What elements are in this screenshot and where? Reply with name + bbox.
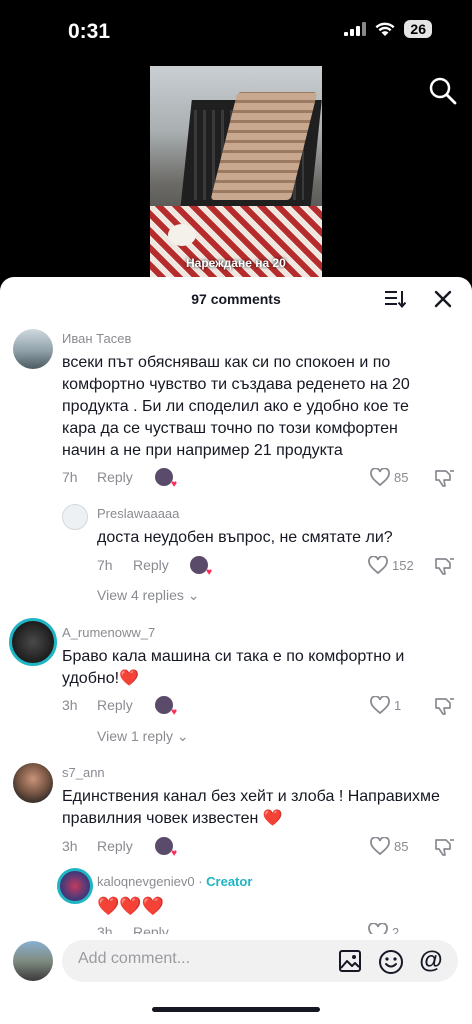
view-replies-button[interactable]: View 1 reply ⌄ (97, 728, 189, 745)
like-count: 85 (394, 469, 409, 485)
heart-icon: ♥ (171, 707, 177, 718)
sort-button[interactable] (384, 289, 407, 309)
heart-outline-icon (370, 468, 390, 486)
mention-button[interactable]: @ (418, 948, 444, 974)
video-thumbnail[interactable]: Нареждане на 20 (150, 66, 322, 280)
video-caption: Нареждане на 20 (186, 256, 286, 270)
search-button[interactable] (428, 76, 458, 106)
avatar[interactable] (9, 618, 57, 666)
at-icon: @ (419, 947, 443, 974)
comment-username[interactable]: s7_ann (62, 765, 105, 780)
avatar[interactable] (13, 329, 53, 369)
view-replies-button[interactable]: View 4 replies ⌄ (97, 587, 200, 604)
image-button[interactable] (338, 949, 362, 973)
avatar[interactable] (57, 868, 93, 904)
comment-text: Браво кала машина си така е по комфортно… (62, 648, 405, 687)
like-count: 85 (394, 838, 409, 854)
comment-text: всеки път обясняваш как си по спокоен и … (62, 354, 410, 459)
reply-button[interactable]: Reply (97, 469, 133, 485)
comment-input-bar: @ (0, 934, 472, 1004)
thumbs-down-icon (435, 558, 454, 575)
emoji-icon (379, 950, 403, 974)
home-indicator (152, 1007, 320, 1012)
status-time: 0:31 (68, 20, 111, 43)
thumbs-down-icon (435, 470, 454, 487)
comment-username[interactable]: Иван Тасев (62, 331, 131, 346)
battery-indicator: 26 (404, 20, 432, 38)
comment-text: ❤️❤️❤️ (97, 896, 165, 916)
creator-badge: Creator (206, 874, 253, 889)
chevron-down-icon: ⌄ (187, 587, 200, 603)
like-count: 152 (392, 557, 414, 573)
heart-icon: ♥ (171, 479, 177, 490)
comments-header: 97 comments (0, 277, 472, 321)
comment-username[interactable]: kaloqnevgeniev0 · Creator (97, 874, 252, 889)
like-button[interactable]: 85 (370, 837, 408, 855)
username-text: kaloqnevgeniev0 (97, 874, 195, 889)
comment-text: доста неудобен въпрос, не смятате ли? (97, 529, 393, 546)
thumbs-down-icon (435, 839, 454, 856)
view-replies-label: View 4 replies (97, 587, 184, 603)
creator-liked-badge: ♥ (153, 835, 177, 859)
comment-time: 7h (97, 557, 113, 573)
reply-button[interactable]: Reply (97, 697, 133, 713)
close-icon (434, 290, 452, 308)
creator-liked-badge: ♥ (153, 694, 177, 718)
thumbs-down-icon (435, 698, 454, 715)
cup-image (168, 224, 196, 246)
heart-outline-icon (370, 696, 390, 714)
image-icon (339, 950, 361, 972)
reply-button[interactable]: Reply (97, 838, 133, 854)
like-button[interactable]: 85 (370, 468, 408, 486)
comment-text: Единствения канал без хейт и злоба ! Нап… (62, 788, 440, 827)
dislike-button[interactable] (434, 556, 456, 576)
comment-time: 3h (62, 838, 78, 854)
comment-input-container[interactable]: @ (62, 940, 458, 982)
like-count: 1 (394, 697, 402, 713)
creator-liked-badge: ♥ (188, 554, 212, 578)
avatar[interactable] (62, 504, 88, 530)
comment-time: 3h (62, 697, 78, 713)
close-button[interactable] (433, 289, 453, 309)
like-button[interactable]: 1 (370, 696, 401, 714)
dislike-button[interactable] (434, 837, 456, 857)
like-button[interactable]: 152 (368, 556, 414, 574)
avatar[interactable] (13, 763, 53, 803)
comment-input[interactable] (78, 950, 318, 968)
comment-time: 7h (62, 469, 78, 485)
heart-icon: ♥ (206, 567, 212, 578)
dislike-button[interactable] (434, 696, 456, 716)
comment-username[interactable]: A_rumenoww_7 (62, 625, 155, 640)
chevron-down-icon: ⌄ (176, 728, 189, 744)
emoji-button[interactable] (378, 949, 404, 975)
creator-separator: · (194, 874, 207, 889)
dislike-button[interactable] (434, 468, 456, 488)
view-replies-label: View 1 reply (97, 728, 174, 744)
status-bar: 0:31 26 (0, 0, 472, 62)
creator-liked-badge: ♥ (153, 466, 177, 490)
sort-icon (385, 291, 407, 309)
wifi-icon (375, 22, 395, 36)
heart-outline-icon (370, 837, 390, 855)
heart-outline-icon (368, 556, 388, 574)
status-icons: 26 (344, 20, 432, 38)
comments-sheet: 97 comments Иван Тасев всеки път обясняв… (0, 277, 472, 1024)
search-icon (429, 77, 457, 105)
signal-icon (344, 22, 367, 36)
heart-icon: ♥ (171, 848, 177, 859)
reply-button[interactable]: Reply (133, 557, 169, 573)
comment-username[interactable]: Preslawaaaaa (97, 506, 179, 521)
user-avatar (13, 941, 53, 981)
